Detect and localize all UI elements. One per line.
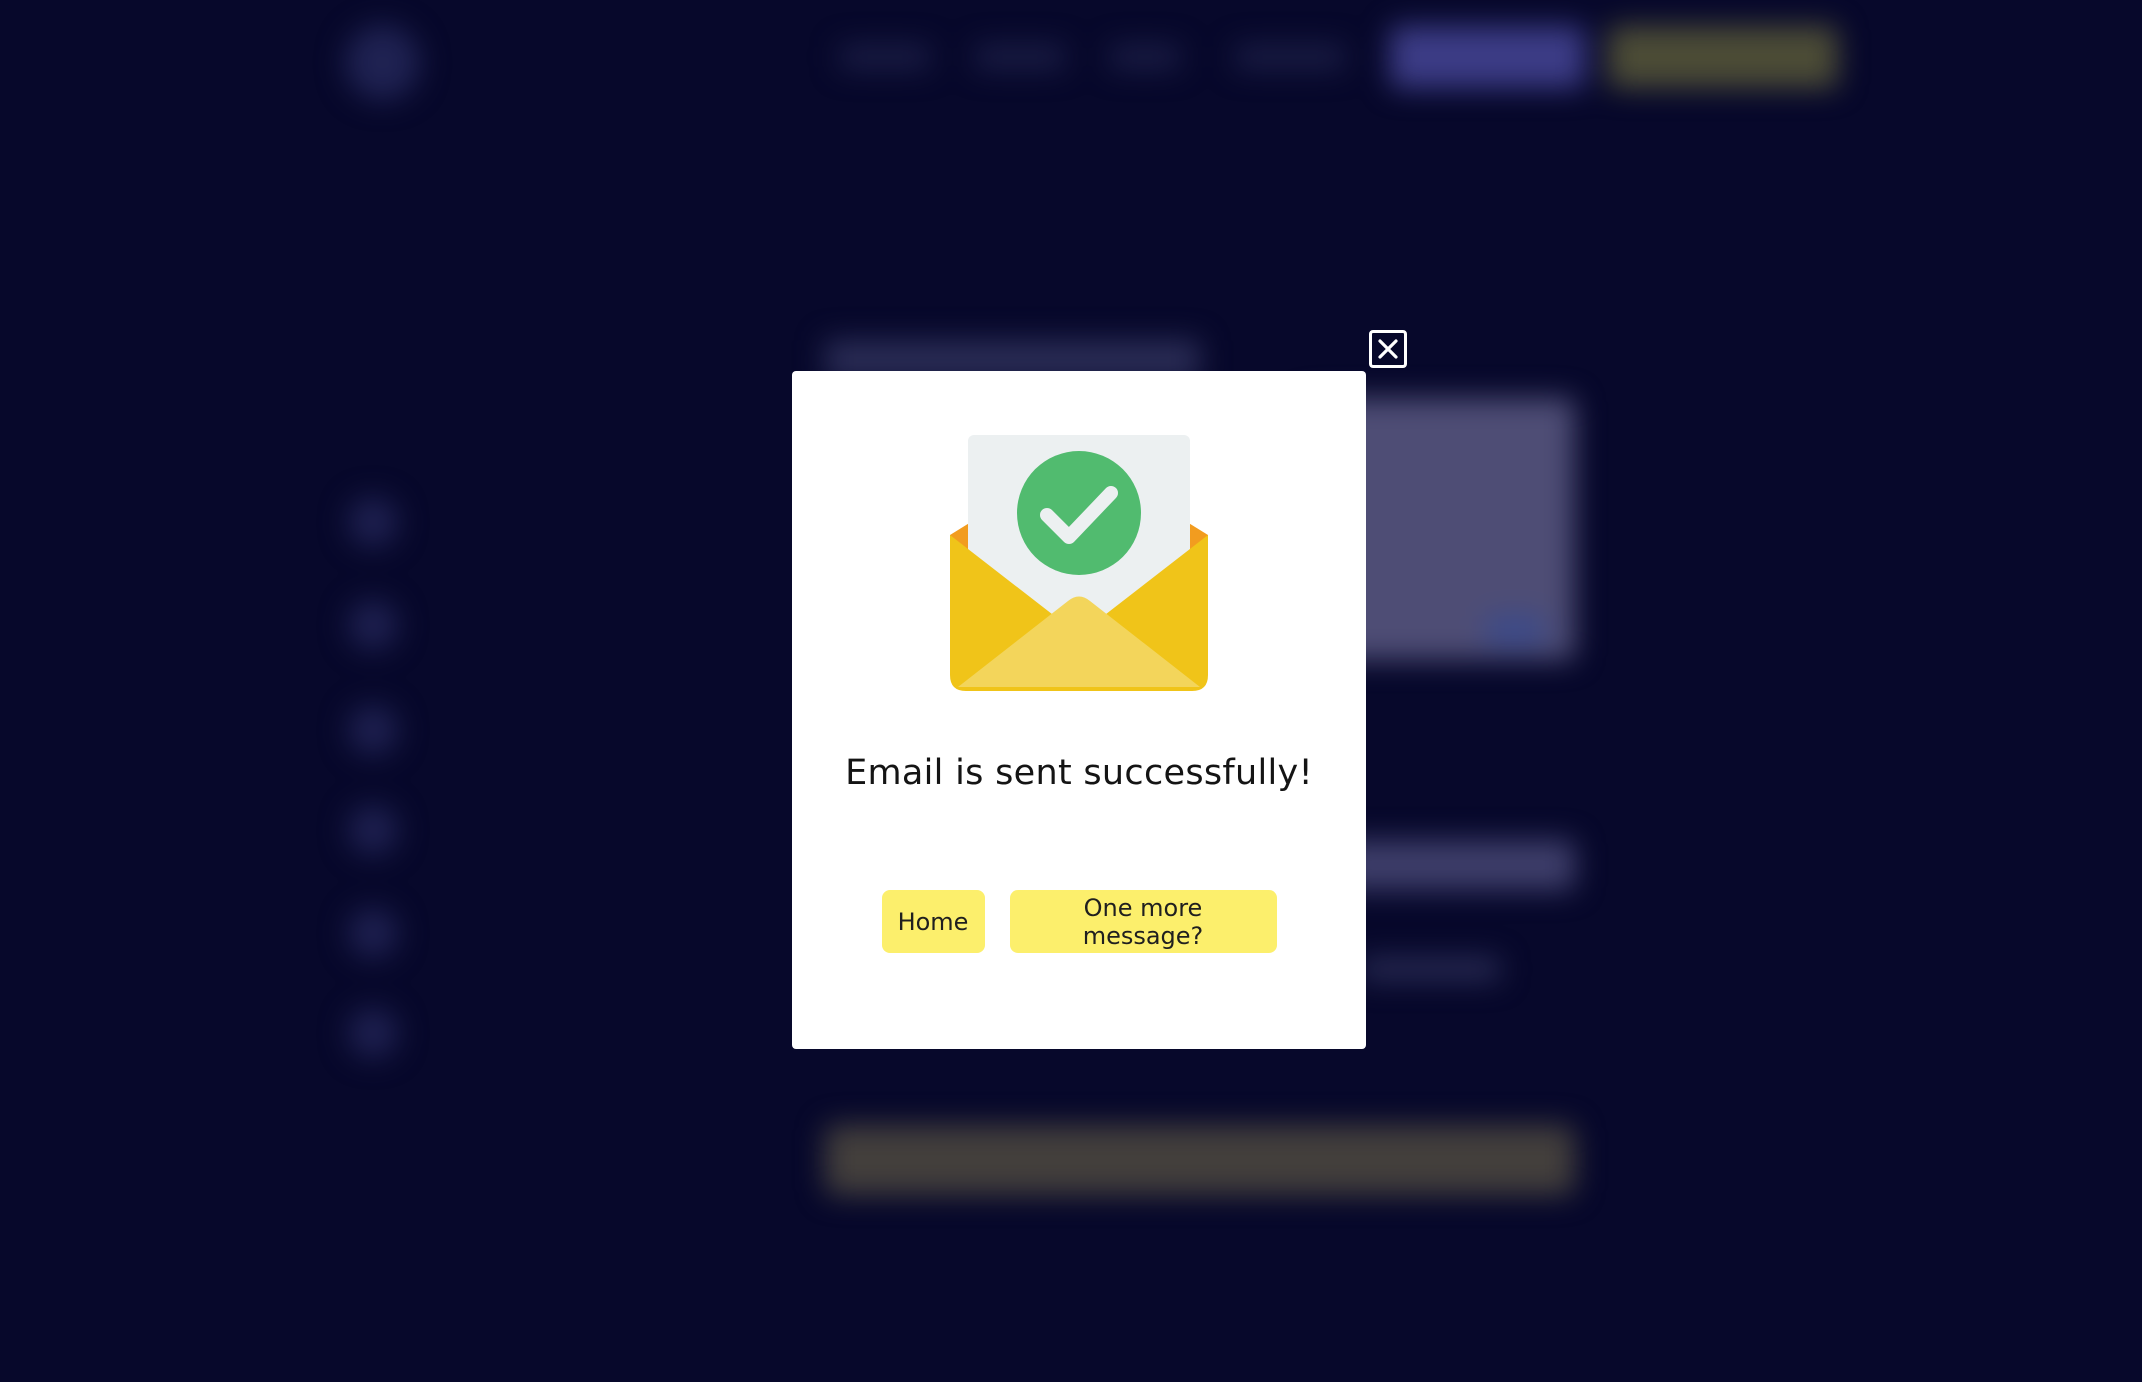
app-screen: Email is sent successfully! Home One mor… [0,0,2142,1382]
modal-actions: Home One more message? [792,890,1366,953]
background-nav-item [1110,45,1180,69]
background-social-icon [348,705,398,755]
background-submit-button [825,1125,1575,1195]
close-x-icon [1378,339,1398,359]
close-modal-button[interactable] [1369,330,1407,368]
background-logo [345,25,420,100]
background-yellow-button [1608,26,1838,88]
background-social-icon [348,497,398,547]
background-nav-item [840,45,930,69]
background-text-line [1360,958,1500,980]
home-button[interactable]: Home [881,890,985,953]
background-panel-badge [1485,615,1545,645]
background-nav-item [1235,45,1345,69]
one-more-message-button[interactable]: One more message? [1009,890,1277,953]
background-purple-button [1390,26,1585,88]
background-social-icon [348,600,398,650]
background-social-icon [348,908,398,958]
envelope-check-icon [950,435,1208,691]
background-nav-item [975,45,1065,69]
background-input-field [1340,840,1575,890]
success-message: Email is sent successfully! [845,753,1313,793]
background-social-icon [348,805,398,855]
success-modal: Email is sent successfully! Home One mor… [792,371,1366,1049]
background-social-icon [348,1008,398,1058]
